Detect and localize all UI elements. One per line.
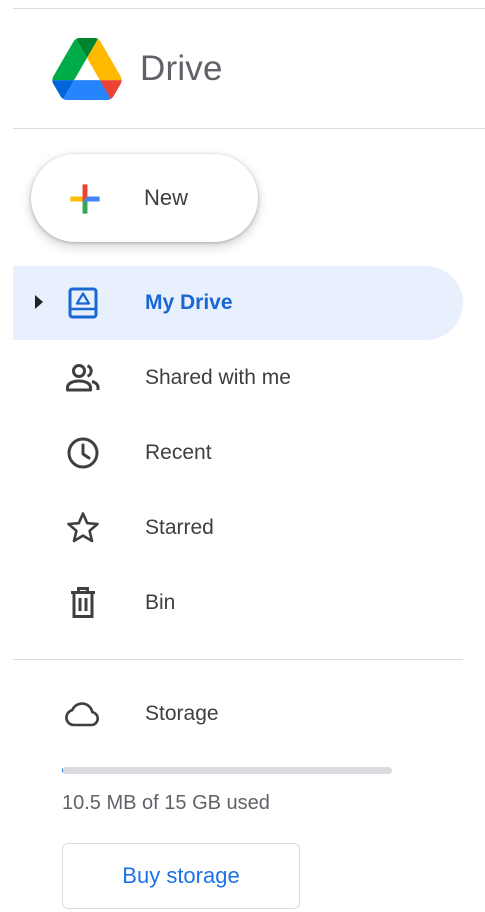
star-icon	[67, 512, 99, 543]
storage-used-text: 10.5 MB of 15 GB used	[62, 792, 270, 814]
sidebar-item-bin[interactable]: Bin	[13, 566, 463, 640]
sidebar-item-label: Recent	[145, 441, 212, 464]
storage-label: Storage	[145, 702, 219, 725]
sidebar-item-recent[interactable]: Recent	[13, 416, 463, 490]
sidebar-item-label: Bin	[145, 591, 176, 614]
sidebar-item-label: Shared with me	[145, 366, 291, 389]
sidebar-item-shared-with-me[interactable]: Shared with me	[13, 341, 463, 415]
plus-icon	[70, 184, 100, 214]
buy-storage-label: Buy storage	[122, 863, 240, 888]
sidebar-item-label: My Drive	[145, 291, 233, 314]
clock-icon	[67, 437, 99, 469]
top-divider	[13, 8, 485, 9]
storage-divider	[13, 659, 463, 660]
new-button[interactable]: New	[31, 154, 258, 242]
my-drive-icon	[68, 287, 98, 319]
bin-icon	[71, 587, 95, 618]
drive-brand[interactable]: Drive	[52, 38, 223, 100]
sidebar-item-storage[interactable]: Storage	[13, 678, 463, 750]
drive-logo-icon	[52, 38, 122, 100]
drive-sidebar: Drive New My Drive Shared with me Recent…	[0, 0, 485, 912]
sidebar-item-label: Starred	[145, 516, 214, 539]
buy-storage-button[interactable]: Buy storage	[62, 843, 300, 909]
sidebar-item-my-drive[interactable]: My Drive	[13, 266, 463, 340]
app-title: Drive	[140, 49, 223, 88]
new-button-label: New	[144, 185, 189, 210]
storage-usage-bar	[62, 767, 392, 774]
cloud-icon	[65, 702, 99, 727]
sidebar-item-starred[interactable]: Starred	[13, 491, 463, 565]
header-divider	[13, 128, 485, 129]
expand-caret-icon[interactable]	[35, 295, 43, 309]
shared-with-me-icon	[66, 364, 100, 392]
